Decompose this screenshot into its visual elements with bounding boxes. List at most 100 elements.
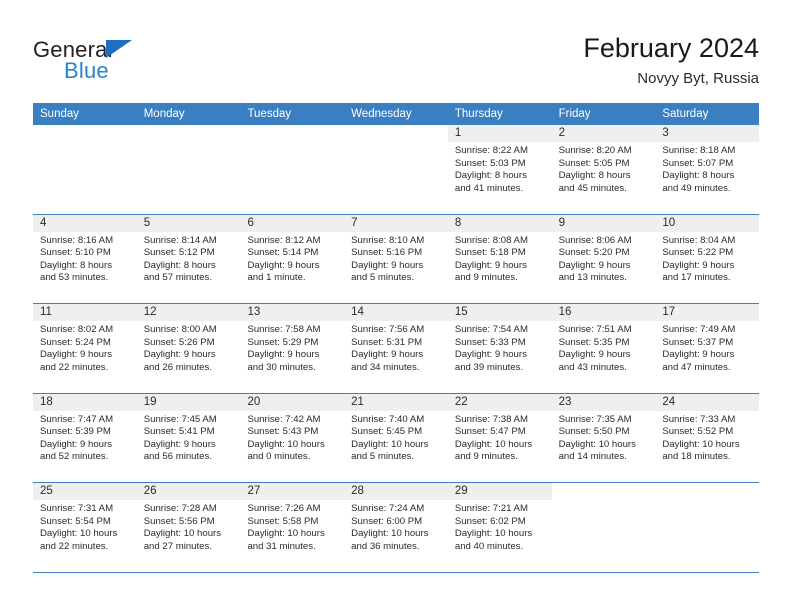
calendar-day-cell[interactable]: 19 Sunrise: 7:45 AM Sunset: 5:41 PM Dayligh…: [136, 393, 241, 482]
calendar-day-cell[interactable]: 11 Sunrise: 8:02 AM Sunset: 5:24 PM Dayligh…: [33, 304, 137, 393]
sunset-text: Sunset: 5:35 PM: [558, 336, 630, 348]
sunrise-text: Sunrise: 8:08 AM: [454, 234, 528, 246]
sunrise-text: Sunrise: 8:04 AM: [662, 234, 736, 246]
sunrise-text: Sunrise: 8:12 AM: [247, 234, 321, 246]
calendar-week-row: 25 Sunrise: 7:31 AM Sunset: 5:54 PM Dayligh…: [33, 483, 760, 573]
calendar-day-cell[interactable]: 7 Sunrise: 8:10 AM Sunset: 5:16 PM Daylight…: [344, 214, 448, 303]
sunset-text: Sunset: 5:14 PM: [247, 247, 319, 259]
calendar-empty-cell: [344, 125, 448, 214]
calendar-day-cell[interactable]: 2 Sunrise: 8:20 AM Sunset: 5:05 PM Daylight…: [551, 125, 656, 214]
calendar-day-cell[interactable]: 18 Sunrise: 7:47 AM Sunset: 5:39 PM Dayligh…: [33, 393, 137, 482]
day-details: Sunrise: 7:40 AM Sunset: 5:45 PM Daylight:…: [344, 411, 448, 464]
calendar-day-cell[interactable]: 13 Sunrise: 7:58 AM Sunset: 5:29 PM Dayligh…: [240, 304, 345, 393]
day-number: 26: [136, 483, 241, 500]
weekday-header-thursday: Thursday: [454, 108, 503, 120]
day-details: Sunrise: 8:18 AM Sunset: 5:07 PM Daylight:…: [655, 142, 759, 195]
sunset-text: Sunset: 5:33 PM: [454, 336, 526, 348]
sunset-text: Sunset: 5:50 PM: [558, 426, 630, 438]
daylight-text-cont: and 41 minutes.: [454, 182, 524, 194]
sunrise-text: Sunrise: 7:24 AM: [351, 503, 425, 514]
calendar-week-row: 1 Sunrise: 8:22 AM Sunset: 5:03 PM Daylight…: [33, 125, 760, 215]
daylight-text-cont: and 57 minutes.: [143, 272, 212, 284]
calendar-day-cell[interactable]: 26 Sunrise: 7:28 AM Sunset: 5:56 PM Dayligh…: [136, 483, 241, 572]
daylight-text-cont: and 22 minutes.: [40, 361, 109, 373]
calendar-day-cell[interactable]: 9 Sunrise: 8:06 AM Sunset: 5:20 PM Daylight…: [551, 214, 656, 303]
day-number: 4: [33, 214, 137, 232]
calendar-day-cell[interactable]: 3 Sunrise: 8:18 AM Sunset: 5:07 PM Daylight…: [655, 125, 760, 214]
calendar-day-cell[interactable]: 17 Sunrise: 7:49 AM Sunset: 5:37 PM Dayligh…: [655, 304, 760, 393]
day-details: Sunrise: 7:38 AM Sunset: 5:47 PM Daylight:…: [448, 411, 552, 464]
calendar-empty-cell: [33, 125, 137, 214]
daylight-text: Daylight: 9 hours: [40, 349, 112, 361]
calendar-day-cell[interactable]: 20 Sunrise: 7:42 AM Sunset: 5:43 PM Dayligh…: [240, 393, 345, 482]
daylight-text: Daylight: 10 hours: [247, 528, 325, 540]
calendar-day-cell[interactable]: 10 Sunrise: 8:04 AM Sunset: 5:22 PM Dayligh…: [655, 214, 760, 303]
daylight-text-cont: and 0 minutes.: [247, 451, 311, 463]
calendar-day-cell[interactable]: 16 Sunrise: 7:51 AM Sunset: 5:35 PM Dayligh…: [551, 304, 656, 393]
daylight-text: Daylight: 9 hours: [351, 349, 424, 361]
daylight-text: Daylight: 8 hours: [558, 170, 631, 182]
day-number: 11: [33, 304, 137, 321]
daylight-text: Daylight: 10 hours: [454, 528, 533, 540]
calendar-day-cell[interactable]: 1 Sunrise: 8:22 AM Sunset: 5:03 PM Daylight…: [447, 125, 552, 214]
calendar-day-cell[interactable]: 23 Sunrise: 7:35 AM Sunset: 5:50 PM Dayligh…: [551, 393, 656, 482]
day-number: 17: [655, 304, 760, 321]
daylight-text: Daylight: 9 hours: [143, 349, 216, 361]
sunset-text: Sunset: 5:10 PM: [40, 247, 111, 259]
day-details: Sunrise: 7:24 AM Sunset: 6:00 PM Daylight:…: [344, 500, 448, 553]
daylight-text: Daylight: 9 hours: [454, 349, 527, 361]
day-details: Sunrise: 7:31 AM Sunset: 5:54 PM Daylight:…: [33, 500, 137, 553]
day-number: 20: [240, 393, 345, 411]
daylight-text: Daylight: 8 hours: [143, 259, 216, 271]
sunset-text: Sunset: 6:00 PM: [351, 515, 423, 527]
daylight-text: Daylight: 9 hours: [454, 259, 527, 271]
calendar-week-row: 4 Sunrise: 8:16 AM Sunset: 5:10 PM Daylight…: [33, 214, 760, 304]
calendar-day-cell[interactable]: 24 Sunrise: 7:33 AM Sunset: 5:52 PM Dayligh…: [655, 393, 760, 482]
day-number: 16: [551, 304, 656, 321]
daylight-text-cont: and 31 minutes.: [247, 540, 316, 552]
day-number: 5: [136, 214, 241, 232]
calendar-day-cell[interactable]: 6 Sunrise: 8:12 AM Sunset: 5:14 PM Daylight…: [240, 214, 345, 303]
calendar-day-cell[interactable]: 21 Sunrise: 7:40 AM Sunset: 5:45 PM Dayligh…: [344, 393, 448, 482]
sunrise-text: Sunrise: 8:20 AM: [558, 145, 632, 156]
triangle-icon: [106, 40, 132, 58]
day-number: 12: [136, 304, 241, 321]
calendar-day-cell[interactable]: 5 Sunrise: 8:14 AM Sunset: 5:12 PM Daylight…: [136, 214, 241, 303]
calendar-day-cell[interactable]: 29 Sunrise: 7:21 AM Sunset: 6:02 PM Dayligh…: [447, 483, 552, 572]
daylight-text-cont: and 49 minutes.: [662, 182, 731, 194]
sunrise-text: Sunrise: 7:42 AM: [247, 413, 321, 425]
day-number: 29: [447, 483, 552, 500]
daylight-text: Daylight: 9 hours: [558, 259, 631, 271]
weekday-header-monday: Monday: [143, 108, 185, 120]
day-details: Sunrise: 8:10 AM Sunset: 5:16 PM Daylight:…: [344, 232, 448, 285]
calendar-day-cell[interactable]: 15 Sunrise: 7:54 AM Sunset: 5:33 PM Dayligh…: [447, 304, 552, 393]
sunrise-text: Sunrise: 7:28 AM: [143, 503, 217, 514]
sunrise-text: Sunrise: 7:33 AM: [662, 413, 736, 425]
day-details: Sunrise: 7:58 AM Sunset: 5:29 PM Daylight:…: [240, 321, 344, 374]
sunrise-text: Sunrise: 7:56 AM: [351, 324, 425, 335]
daylight-text-cont: and 56 minutes.: [143, 451, 212, 463]
sunset-text: Sunset: 5:29 PM: [247, 336, 319, 348]
sunset-text: Sunset: 5:22 PM: [662, 247, 734, 259]
day-details: Sunrise: 7:47 AM Sunset: 5:39 PM Daylight:…: [33, 411, 137, 464]
calendar-empty-cell: [655, 483, 760, 572]
sunset-text: Sunset: 5:58 PM: [247, 515, 319, 527]
daylight-text: Daylight: 10 hours: [40, 528, 118, 540]
calendar-day-cell[interactable]: 12 Sunrise: 8:00 AM Sunset: 5:26 PM Dayligh…: [136, 304, 241, 393]
day-number: 1: [447, 125, 552, 142]
calendar-day-cell[interactable]: 25 Sunrise: 7:31 AM Sunset: 5:54 PM Dayligh…: [33, 483, 137, 572]
day-details: Sunrise: 8:02 AM Sunset: 5:24 PM Daylight:…: [33, 321, 137, 374]
daylight-text: Daylight: 9 hours: [351, 259, 424, 271]
daylight-text: Daylight: 9 hours: [247, 259, 320, 271]
sunset-text: Sunset: 5:47 PM: [454, 426, 526, 438]
calendar-day-cell[interactable]: 8 Sunrise: 8:08 AM Sunset: 5:18 PM Daylight…: [447, 214, 552, 303]
calendar-day-cell[interactable]: 22 Sunrise: 7:38 AM Sunset: 5:47 PM Dayligh…: [447, 393, 552, 482]
calendar-day-cell[interactable]: 4 Sunrise: 8:16 AM Sunset: 5:10 PM Daylight…: [33, 214, 137, 303]
calendar-day-cell[interactable]: 14 Sunrise: 7:56 AM Sunset: 5:31 PM Dayligh…: [344, 304, 448, 393]
sunrise-text: Sunrise: 7:21 AM: [454, 503, 528, 514]
logo-text-blue: Blue: [64, 58, 109, 83]
calendar-day-cell[interactable]: 27 Sunrise: 7:26 AM Sunset: 5:58 PM Dayligh…: [240, 483, 345, 572]
calendar-day-cell[interactable]: 28 Sunrise: 7:24 AM Sunset: 6:00 PM Dayligh…: [344, 483, 448, 572]
sunrise-text: Sunrise: 8:02 AM: [40, 324, 114, 335]
daylight-text-cont: and 13 minutes.: [558, 272, 627, 284]
